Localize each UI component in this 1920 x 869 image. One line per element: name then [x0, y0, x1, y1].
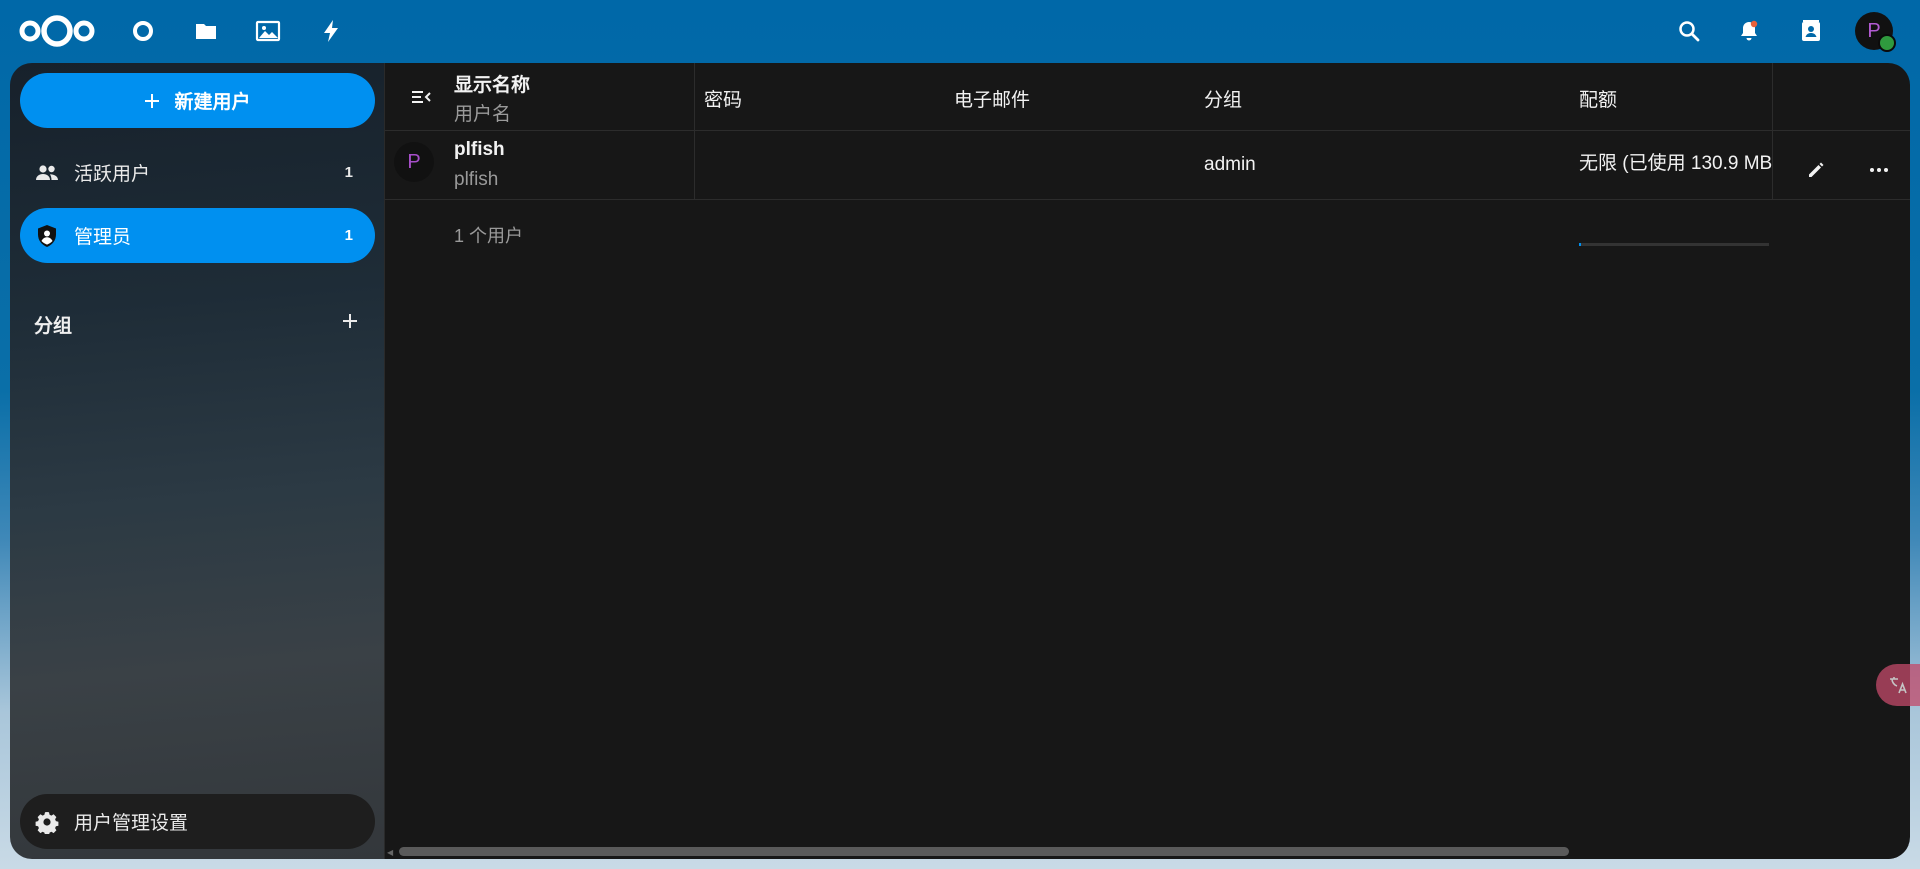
- nextcloud-logo-icon[interactable]: [18, 13, 96, 49]
- sidebar-item-admins[interactable]: 管理员 1: [20, 208, 375, 263]
- avatar-initial: P: [407, 150, 421, 173]
- sidebar-item-label: 活跃用户: [74, 164, 151, 185]
- row-groups: admin: [1204, 154, 1256, 175]
- edit-user-button[interactable]: [1797, 151, 1835, 189]
- contacts-icon[interactable]: [1793, 13, 1829, 49]
- sidebar-item-label: 管理员: [74, 227, 132, 248]
- admin-shield-icon: [34, 223, 60, 249]
- image-icon[interactable]: [250, 13, 286, 49]
- horizontal-scrollbar[interactable]: ◀: [385, 845, 1910, 859]
- plus-icon: [343, 314, 357, 328]
- column-header-username[interactable]: 用户名: [454, 99, 511, 126]
- new-user-label: 新建用户: [174, 92, 251, 113]
- column-header-email: 电子邮件: [954, 90, 1031, 111]
- column-header-password: 密码: [704, 90, 743, 111]
- add-group-button[interactable]: [335, 306, 365, 336]
- row-quota: 无限 (已使用 130.9 MB: [1579, 153, 1772, 174]
- online-status-icon: [1878, 34, 1896, 52]
- pencil-icon: [1809, 162, 1824, 177]
- lightning-icon[interactable]: [313, 13, 349, 49]
- top-header: P: [0, 0, 1920, 62]
- sidebar: 新建用户 活跃用户 1 管理员 1 分组 用户管理设置: [10, 63, 385, 859]
- users-table-panel: 显示名称 用户名 密码 电子邮件 分组 配额 P plfish plfish a…: [385, 63, 1910, 859]
- plus-icon: [145, 93, 160, 108]
- user-management-settings-button[interactable]: 用户管理设置: [20, 794, 375, 849]
- translate-icon[interactable]: [1876, 664, 1920, 706]
- row-display-name: plfish: [454, 139, 505, 160]
- quota-progress-fill: [1579, 243, 1581, 246]
- notifications-icon[interactable]: [1731, 13, 1767, 49]
- column-header-groups: 分组: [1204, 90, 1243, 111]
- folder-icon[interactable]: [188, 13, 224, 49]
- dashboard-icon[interactable]: [125, 13, 161, 49]
- column-toggle-icon[interactable]: [407, 83, 435, 111]
- more-actions-button[interactable]: [1860, 151, 1898, 189]
- sidebar-item-active-users[interactable]: 活跃用户 1: [20, 145, 375, 200]
- groups-heading: 分组: [34, 316, 73, 337]
- search-icon[interactable]: [1671, 13, 1707, 49]
- column-header-quota: 配额: [1579, 90, 1618, 111]
- sidebar-item-count: 1: [344, 164, 353, 181]
- settings-label: 用户管理设置: [74, 813, 189, 834]
- row-username: plfish: [454, 169, 499, 190]
- scrollbar-thumb[interactable]: [399, 847, 1569, 856]
- quota-progress-bar: [1579, 243, 1769, 246]
- user-count-footer: 1 个用户: [454, 226, 524, 246]
- scroll-left-icon[interactable]: ◀: [387, 848, 395, 857]
- gear-icon: [34, 809, 60, 835]
- sidebar-item-count: 1: [344, 227, 353, 244]
- user-avatar[interactable]: P: [394, 142, 434, 182]
- new-user-button[interactable]: 新建用户: [20, 73, 375, 128]
- app-container: 新建用户 活跃用户 1 管理员 1 分组 用户管理设置 显示名称 用户名 密码 …: [10, 63, 1910, 859]
- more-horizontal-icon: [1870, 168, 1888, 172]
- table-header: 显示名称 用户名 密码 电子邮件 分组 配额: [385, 63, 1910, 131]
- column-header-display-name[interactable]: 显示名称: [454, 70, 530, 97]
- users-icon: [34, 160, 60, 186]
